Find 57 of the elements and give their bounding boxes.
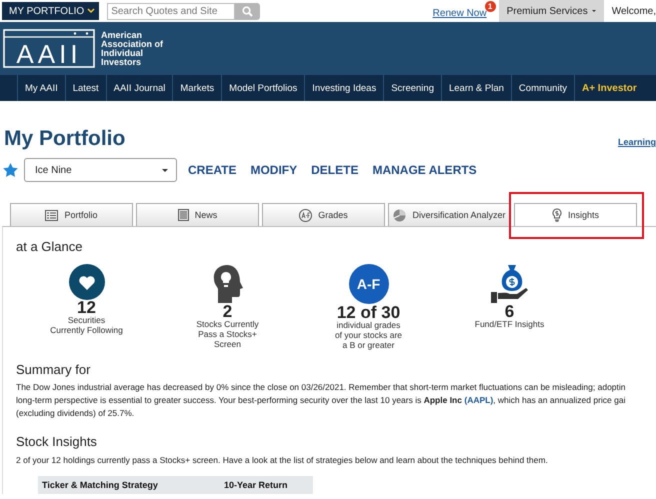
nav-item[interactable]: Community [510,75,574,101]
action-link[interactable]: DELETE [311,163,358,177]
money-bag-hand-icon [490,264,528,304]
premium-services-menu[interactable]: Premium Services [498,0,604,22]
action-link[interactable]: MANAGE ALERTS [372,163,477,177]
nav-item[interactable]: Model Portfolios [221,75,304,101]
stat-caption: individual grades of your stocks are a B or greater [334,320,402,350]
tab[interactable]: Diversification Analyzer [388,203,511,226]
section-heading: Stock Insights [16,434,98,449]
stat-value: 6 [504,304,514,319]
portfolio-dropdown[interactable]: Ice Nine [24,158,177,182]
stat-value: 12 [77,300,96,315]
star-icon[interactable] [3,163,18,177]
section-heading: at a Glance [16,239,84,254]
nav-item[interactable]: My AAII [17,75,65,101]
search-field[interactable]: Search Quotes and Site [107,2,236,20]
nav-item[interactable]: Learn & Plan [440,75,511,101]
lightbulb-icon [552,208,562,222]
nav-item[interactable]: Markets [172,75,222,101]
pie-chart-icon [393,208,406,222]
stat-value: 2 [222,304,232,319]
stat-caption: Stocks Currently Pass a Stocks+ Screen [196,319,259,349]
grade-badge: A-F [348,264,388,304]
my-portfolio-button[interactable]: MY PORTFOLIO [2,2,100,20]
tab[interactable]: Insights [514,203,637,226]
renew-now-link[interactable]: Renew Now [432,8,487,18]
nav-item[interactable]: AAII Journal [106,75,172,101]
tab[interactable]: Portfolio [10,203,133,226]
logo-mark: AAII [3,29,95,68]
insights-text: 2 of your 12 holdings currently pass a Stocks+ screen. Have a look at the list of strategies below and learn about the techniques behind them. [16,454,549,467]
nav-item[interactable]: Screening [383,75,441,101]
stat-value: 12 of 30 [336,305,400,320]
chevron-down-icon [87,8,96,14]
grade-circle-icon [299,208,312,222]
tab[interactable]: Grades [262,203,385,226]
column-header: 10-Year Return [224,480,288,490]
stat-caption: Securities Currently Following [50,315,123,335]
nav-item[interactable]: Investing Ideas [304,75,384,101]
column-header: Ticker & Matching Strategy [42,480,159,490]
notification-badge: 1 [484,0,496,12]
stat-caption: Fund/ETF Insights [474,319,544,329]
section-heading: Summary for [16,362,92,377]
welcome-text: Welcome, [610,6,656,16]
ticker-link[interactable]: (AAPL) [464,395,494,405]
search-button[interactable] [235,2,260,20]
nav-item[interactable]: Latest [64,75,106,101]
checklist-icon [45,210,58,220]
tab[interactable]: News [136,203,259,226]
search-icon [242,6,254,16]
nav-item[interactable]: A+ Investor [574,75,644,101]
organization-name: American Association of Individual Investors [101,30,164,66]
newspaper-icon [178,209,189,221]
page-title: My Portfolio [4,127,126,151]
summary-paragraph: The Dow Jones industrial average has decreased by 0% since the close on 03/26/2021. Remember that short-term market fluctuations can be misleading; adoptin long-term perspective is essential to greater success. Your best-performing security over the last 10 years is Apple Inc (AAPL), which has an annualized price gai (excluding dividends) of 25.7%. [16,381,627,420]
learning-link[interactable]: Learning [618,133,656,147]
action-link[interactable]: MODIFY [250,163,298,177]
action-link[interactable]: CREATE [188,163,236,177]
